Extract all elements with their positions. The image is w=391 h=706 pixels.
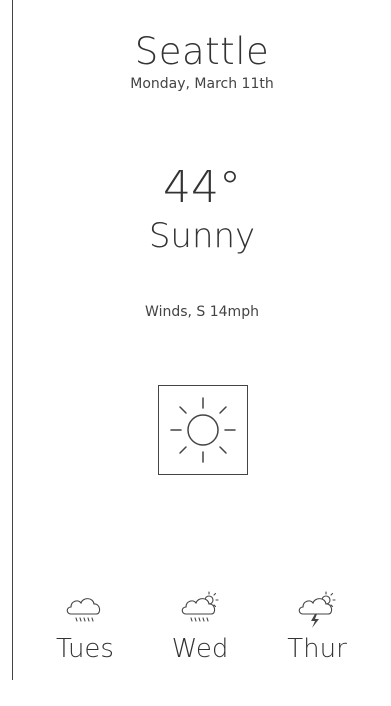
- sun-icon: [170, 397, 236, 463]
- current-condition: Sunny: [148, 216, 256, 256]
- weather-panel: Seattle Monday, March 11th 44° Sunny Win…: [13, 0, 391, 706]
- city-name: Seattle: [134, 30, 270, 73]
- current-weather-icon-box: [158, 385, 248, 475]
- forecast-day-wed[interactable]: Wed: [155, 590, 245, 664]
- forecast-day-thur[interactable]: Thur: [272, 590, 362, 664]
- wind-info: Winds, S 14mph: [145, 304, 259, 320]
- current-temperature: 44°: [163, 162, 241, 213]
- rain-cloud-icon: [66, 598, 101, 622]
- forecast-day-label: Wed: [171, 634, 229, 664]
- forecast-day-tues[interactable]: Tues: [40, 590, 130, 664]
- current-date: Monday, March 11th: [130, 76, 274, 92]
- forecast-day-label: Tues: [56, 634, 114, 664]
- forecast-row: Tues Wed Thur: [13, 590, 391, 670]
- sun-rain-cloud-icon: [181, 591, 219, 622]
- sun-thunder-cloud-icon: [298, 591, 336, 628]
- forecast-day-label: Thur: [287, 634, 347, 664]
